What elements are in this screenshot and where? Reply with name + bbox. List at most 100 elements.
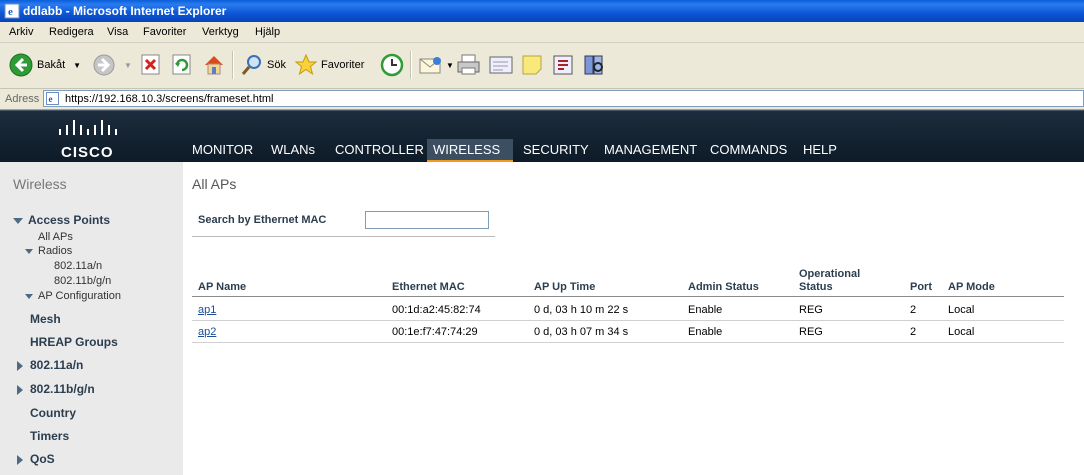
mail-icon bbox=[419, 57, 441, 74]
stop-icon bbox=[141, 54, 160, 75]
main-content: All APs Search by Ethernet MAC AP Name E… bbox=[183, 162, 1084, 475]
sidebar-item-ap-configuration[interactable]: AP Configuration bbox=[25, 290, 121, 302]
window-title: ddlabb - Microsoft Internet Explorer bbox=[23, 4, 227, 18]
sidebar-item-label: Radios bbox=[38, 245, 73, 257]
sidebar-item-radio-b[interactable]: 802.11b/g/n bbox=[54, 275, 111, 287]
nav-wlans[interactable]: WLANs bbox=[265, 139, 321, 163]
window-titlebar: e ddlabb - Microsoft Internet Explorer bbox=[0, 0, 1084, 22]
search-mac-input[interactable] bbox=[365, 211, 489, 229]
nav-security[interactable]: SECURITY bbox=[517, 139, 595, 163]
address-bar: Adress e https://192.168.10.3/screens/fr… bbox=[0, 89, 1084, 110]
browser-toolbar: Bakåt ▼ ▼ Sök Favoriter ▼ bbox=[0, 43, 1084, 89]
col-ap-up-time: AP Up Time bbox=[534, 281, 596, 293]
menu-arkiv[interactable]: Arkiv bbox=[9, 26, 33, 38]
cisco-logo: CISCO bbox=[55, 117, 127, 161]
nav-wireless[interactable]: WIRELESS bbox=[427, 139, 513, 163]
menu-hjalp[interactable]: Hjälp bbox=[255, 26, 280, 38]
sidebar-item-80211bgn[interactable]: 802.11b/g/n bbox=[17, 382, 95, 396]
menu-visa[interactable]: Visa bbox=[107, 26, 128, 38]
cisco-wordmark: CISCO bbox=[61, 144, 114, 161]
sidebar-item-access-points[interactable]: Access Points bbox=[13, 213, 110, 227]
expanded-arrow-icon bbox=[13, 217, 23, 224]
address-field[interactable]: e https://192.168.10.3/screens/frameset.… bbox=[43, 90, 1084, 107]
research-button[interactable] bbox=[582, 49, 608, 81]
search-button[interactable]: Sök bbox=[240, 49, 286, 81]
admin-status-cell: Enable bbox=[688, 326, 723, 338]
sidebar-item-label: AP Configuration bbox=[38, 290, 121, 302]
favorites-button[interactable]: Favoriter bbox=[294, 49, 364, 81]
nav-management[interactable]: MANAGEMENT bbox=[598, 139, 703, 163]
col-operational-status-line2: Status bbox=[799, 281, 833, 293]
ap-name-link[interactable]: ap1 bbox=[198, 304, 216, 316]
research-icon bbox=[584, 55, 603, 75]
history-button[interactable] bbox=[379, 49, 405, 81]
search-divider bbox=[192, 236, 495, 237]
forward-arrow-icon bbox=[93, 54, 115, 76]
page-icon: e bbox=[46, 92, 59, 105]
messenger-icon bbox=[553, 55, 573, 75]
sidebar-item-label: 802.11a/n bbox=[30, 358, 84, 372]
sidebar-item-radio-a[interactable]: 802.11a/n bbox=[54, 260, 102, 272]
sidebar-item-country[interactable]: Country bbox=[30, 406, 76, 420]
discuss-button[interactable] bbox=[520, 49, 544, 81]
search-mac-label: Search by Ethernet MAC bbox=[198, 214, 327, 226]
svg-text:e: e bbox=[8, 6, 13, 18]
refresh-icon bbox=[172, 54, 191, 75]
sidebar-item-label: QoS bbox=[30, 452, 55, 466]
stop-button[interactable] bbox=[141, 49, 161, 81]
back-button[interactable]: Bakåt ▼ bbox=[8, 49, 81, 81]
sidebar-item-qos[interactable]: QoS bbox=[17, 452, 55, 466]
sidebar-item-80211an[interactable]: 802.11a/n bbox=[17, 358, 83, 372]
col-admin-status: Admin Status bbox=[688, 281, 759, 293]
home-icon bbox=[205, 56, 223, 75]
collapsed-arrow-icon bbox=[17, 384, 23, 395]
favorites-label: Favoriter bbox=[321, 59, 365, 71]
table-header-rule bbox=[192, 296, 1064, 297]
mail-button[interactable]: ▼ bbox=[418, 49, 454, 81]
sidebar-item-hreap-groups[interactable]: HREAP Groups bbox=[30, 335, 118, 349]
address-label: Adress bbox=[5, 93, 40, 105]
ap-name-link[interactable]: ap2 bbox=[198, 326, 216, 338]
row-divider bbox=[192, 320, 1064, 321]
sidebar-item-all-aps[interactable]: All APs bbox=[38, 231, 73, 243]
menu-favoriter[interactable]: Favoriter bbox=[143, 26, 186, 38]
ethernet-mac-cell: 00:1d:a2:45:82:74 bbox=[392, 304, 481, 316]
nav-controller[interactable]: CONTROLLER bbox=[329, 139, 430, 163]
edit-button[interactable] bbox=[488, 49, 514, 81]
internet-explorer-icon: e bbox=[4, 3, 20, 19]
sidebar-title: Wireless bbox=[13, 176, 67, 192]
sidebar-item-label: Access Points bbox=[28, 213, 111, 227]
forward-button[interactable]: ▼ bbox=[92, 49, 132, 81]
address-url: https://192.168.10.3/screens/frameset.ht… bbox=[65, 93, 274, 105]
menu-verktyg[interactable]: Verktyg bbox=[202, 26, 239, 38]
forward-dropdown-icon: ▼ bbox=[124, 60, 132, 70]
refresh-button[interactable] bbox=[172, 49, 192, 81]
collapsed-arrow-icon bbox=[17, 454, 23, 465]
mail-dropdown-icon: ▼ bbox=[446, 60, 454, 70]
nav-help[interactable]: HELP bbox=[797, 139, 843, 163]
row-divider bbox=[192, 342, 1064, 343]
back-dropdown-icon: ▼ bbox=[73, 60, 82, 70]
back-label: Bakåt bbox=[37, 59, 66, 71]
print-button[interactable] bbox=[456, 49, 482, 81]
sidebar-item-label: 802.11b/g/n bbox=[30, 382, 95, 396]
back-arrow-icon bbox=[9, 53, 33, 77]
sidebar-item-mesh[interactable]: Mesh bbox=[30, 312, 61, 326]
uptime-cell: 0 d, 03 h 07 m 34 s bbox=[534, 326, 629, 338]
home-button[interactable] bbox=[202, 49, 226, 81]
nav-monitor[interactable]: MONITOR bbox=[186, 139, 259, 163]
nav-commands[interactable]: COMMANDS bbox=[704, 139, 793, 163]
col-ethernet-mac: Ethernet MAC bbox=[392, 281, 465, 293]
star-icon bbox=[294, 53, 318, 76]
port-cell: 2 bbox=[910, 304, 917, 316]
sidebar-item-timers[interactable]: Timers bbox=[30, 429, 69, 443]
messenger-button[interactable] bbox=[551, 49, 577, 81]
toolbar-separator bbox=[410, 51, 412, 79]
col-ap-mode: AP Mode bbox=[948, 281, 995, 293]
page-title: All APs bbox=[192, 176, 237, 192]
sidebar-item-radios[interactable]: Radios bbox=[25, 245, 72, 257]
menu-redigera[interactable]: Redigera bbox=[49, 26, 94, 38]
printer-icon bbox=[457, 54, 480, 75]
cisco-header: CISCO MONITOR WLANs CONTROLLER WIRELESS … bbox=[0, 110, 1084, 163]
toolbar-separator bbox=[232, 51, 234, 79]
